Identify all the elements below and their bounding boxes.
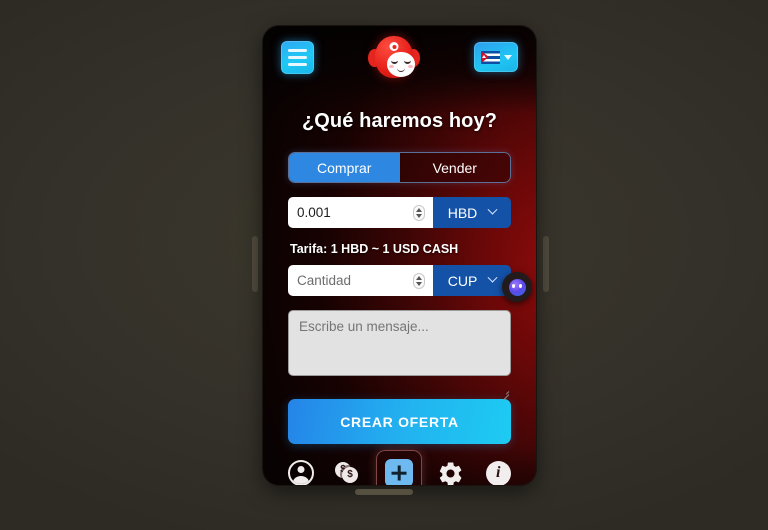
quantity-input[interactable]: Cantidad xyxy=(288,265,433,296)
amount-currency-select[interactable]: HBD xyxy=(433,197,511,228)
phone-screen: ¿Qué haremos hoy? Comprar Vender 0.001 H… xyxy=(263,26,536,485)
message-textarea[interactable] xyxy=(288,310,511,376)
logo-head xyxy=(375,36,415,78)
app-header xyxy=(263,26,536,88)
cuba-flag-icon xyxy=(480,50,500,64)
quantity-currency-select[interactable]: CUP xyxy=(433,265,511,296)
quantity-field-row: Cantidad CUP xyxy=(288,265,511,296)
nav-item-info[interactable]: i xyxy=(479,454,517,485)
stepper-up-arrow xyxy=(416,207,422,212)
number-stepper-icon[interactable] xyxy=(413,204,425,221)
device-side-handle-left[interactable] xyxy=(252,236,258,292)
logo-mouth xyxy=(397,67,405,72)
mode-toggle: Comprar Vender xyxy=(288,152,511,183)
logo-eye-right xyxy=(404,60,411,64)
number-stepper-icon[interactable] xyxy=(413,272,425,289)
rate-note: Tarifa: 1 HBD ~ 1 USD CASH xyxy=(290,242,459,256)
textarea-resize-grip[interactable] xyxy=(500,388,509,397)
avatar-eye-right xyxy=(518,284,523,289)
gear-settings-icon xyxy=(440,461,462,485)
chat-assistant-button[interactable] xyxy=(502,272,532,302)
coins-money-icon: $ $ xyxy=(334,460,362,485)
tab-vender[interactable]: Vender xyxy=(399,153,510,182)
quantity-currency-value: CUP xyxy=(447,272,478,289)
logo-blush-right xyxy=(408,65,413,68)
avatar-eye-left xyxy=(511,284,516,289)
plus-add-icon xyxy=(385,459,414,485)
amount-currency-value: HBD xyxy=(447,204,478,221)
stepper-down-arrow xyxy=(416,213,422,218)
screen-body: ¿Qué haremos hoy? Comprar Vender 0.001 H… xyxy=(263,88,536,444)
chevron-down-icon xyxy=(487,204,498,215)
hamburger-line xyxy=(288,48,307,52)
hamburger-line xyxy=(288,55,307,59)
amount-field-row: 0.001 HBD xyxy=(288,197,511,228)
quantity-input-placeholder: Cantidad xyxy=(297,273,352,288)
logo-cap-emblem xyxy=(389,42,399,51)
hamburger-menu-icon[interactable] xyxy=(281,40,314,74)
coin-front: $ xyxy=(342,467,359,483)
nav-item-add[interactable] xyxy=(376,450,423,485)
stepper-up-arrow xyxy=(416,275,422,280)
device-side-handle-right[interactable] xyxy=(543,236,549,292)
chevron-down-icon xyxy=(487,272,498,283)
app-logo-monkey-face xyxy=(368,33,420,81)
logo-face xyxy=(387,52,415,77)
chat-assistant-avatar-icon xyxy=(508,278,526,296)
chevron-down-icon xyxy=(503,54,512,60)
nav-item-account[interactable] xyxy=(282,454,320,485)
info-icon: i xyxy=(485,460,511,485)
account-person-icon xyxy=(287,460,314,485)
language-selector-button[interactable] xyxy=(474,42,518,72)
logo-blush-left xyxy=(389,65,394,68)
nav-item-money[interactable]: $ $ xyxy=(329,454,367,485)
logo-eye-left xyxy=(391,60,398,64)
stepper-down-arrow xyxy=(416,281,422,286)
page-title: ¿Qué haremos hoy? xyxy=(301,110,498,132)
home-indicator xyxy=(355,489,413,495)
tab-comprar[interactable]: Comprar xyxy=(289,153,400,182)
nav-item-settings[interactable] xyxy=(432,454,470,485)
create-offer-button[interactable]: CREAR OFERTA xyxy=(288,399,511,444)
desktop-background: ¿Qué haremos hoy? Comprar Vender 0.001 H… xyxy=(0,0,768,530)
amount-input[interactable]: 0.001 xyxy=(288,197,433,228)
hamburger-line xyxy=(288,62,307,66)
amount-input-value: 0.001 xyxy=(297,205,331,220)
bottom-nav: $ $ i xyxy=(263,444,536,485)
